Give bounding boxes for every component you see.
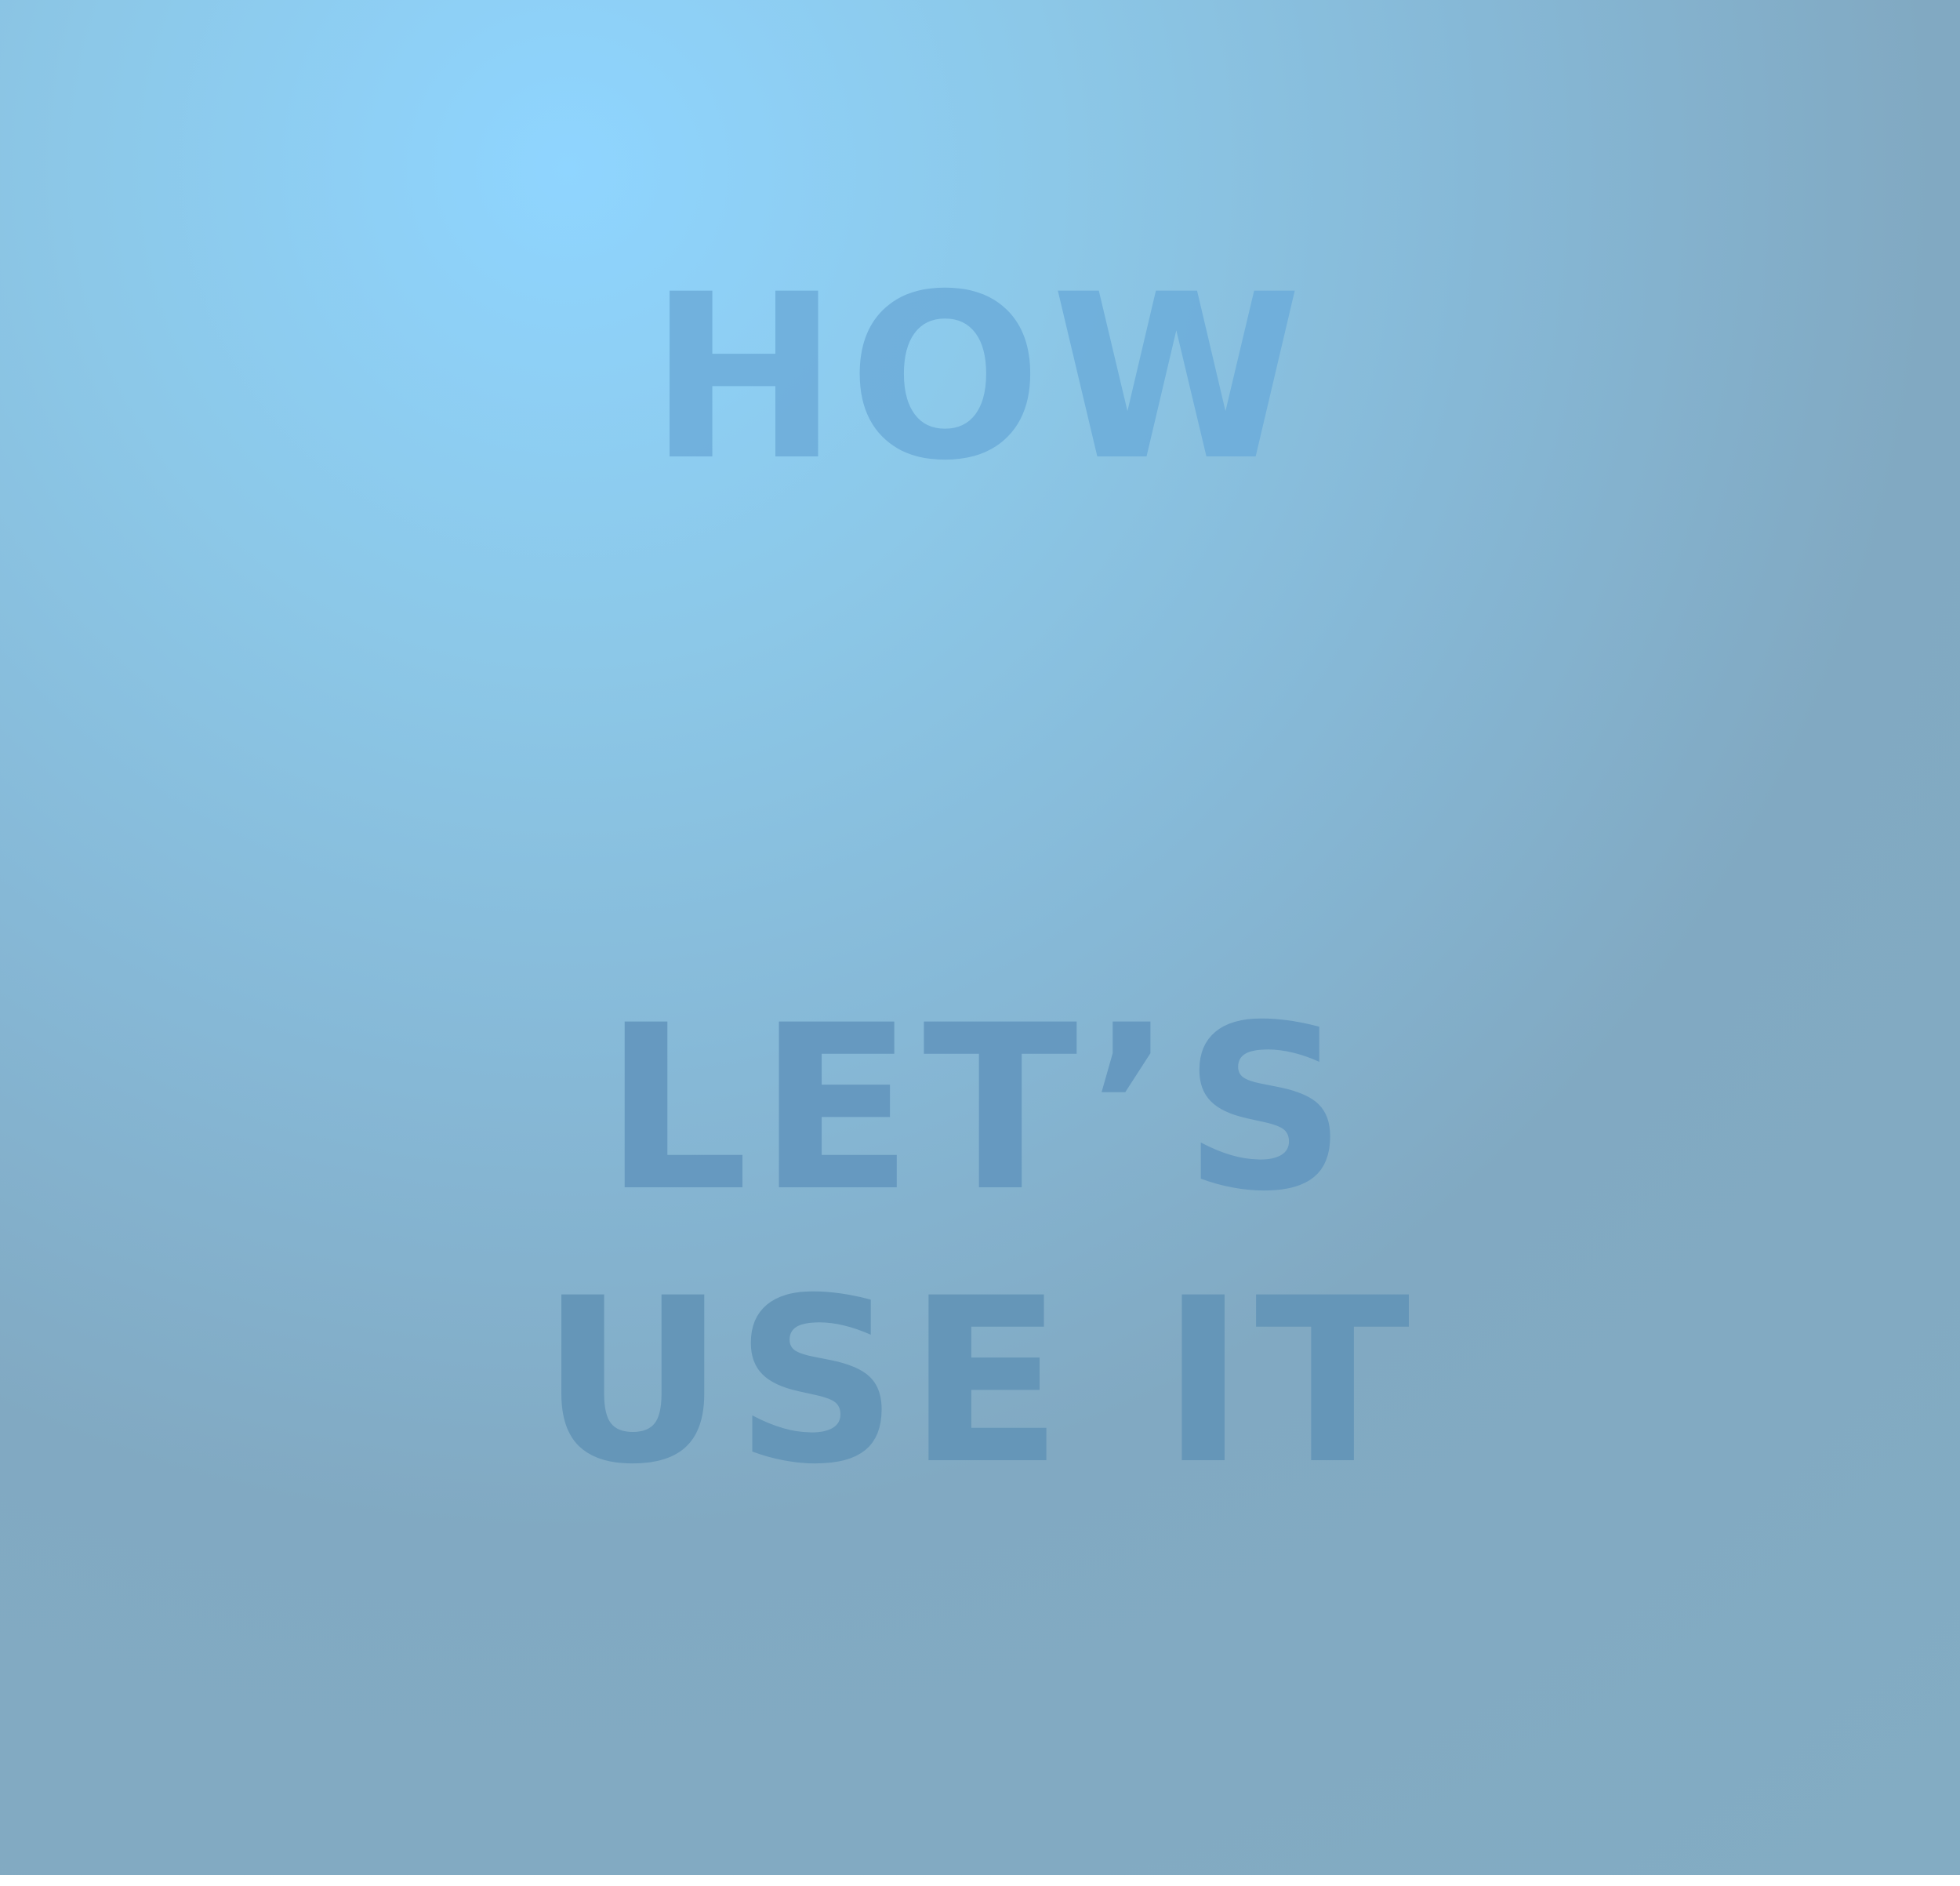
heading-how: HOW [648, 246, 1312, 511]
slide-panel: HOW LET’S USE IT [0, 0, 1960, 1886]
heading-lets: LET’S [604, 977, 1356, 1241]
heading-use-it: USE IT [540, 1250, 1420, 1514]
scalloped-bottom-edge [0, 1875, 1960, 1886]
